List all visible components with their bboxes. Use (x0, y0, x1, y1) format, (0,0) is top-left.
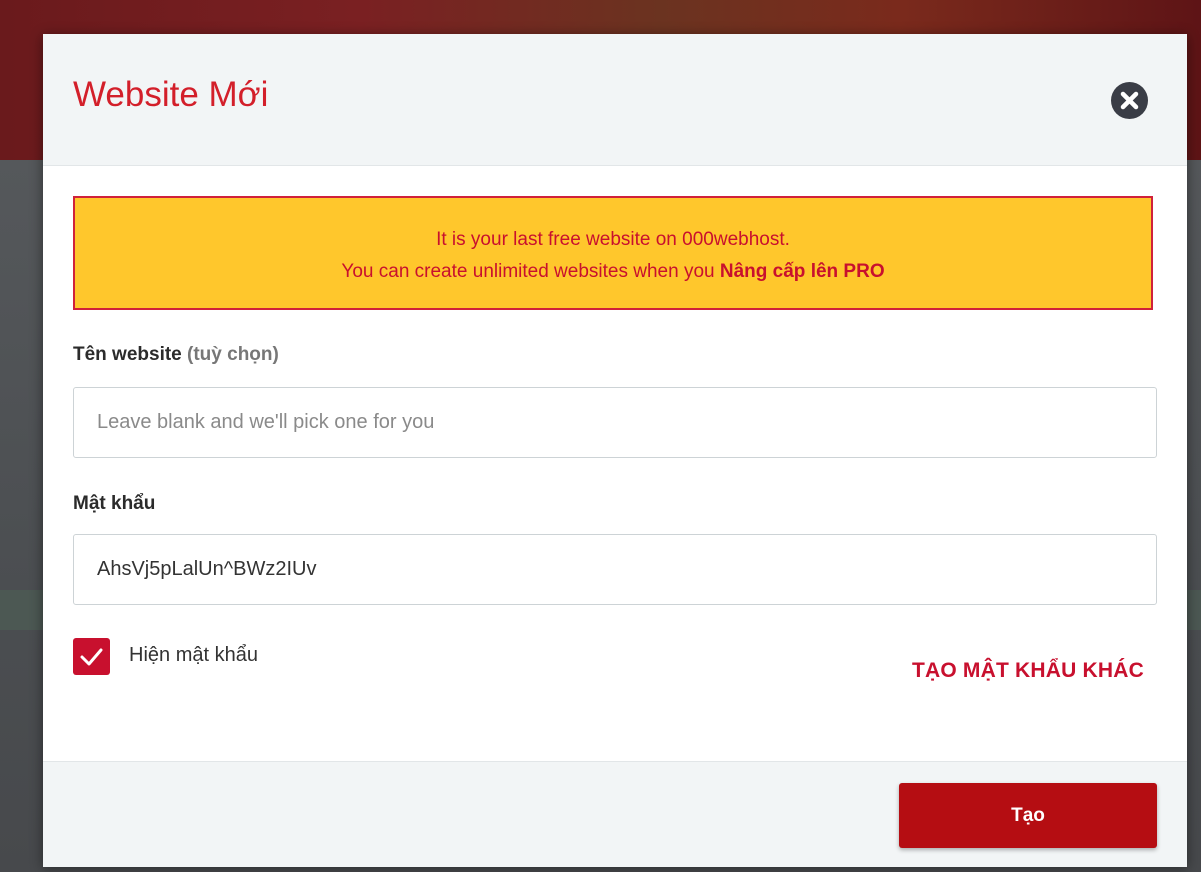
modal-title: Website Mới (73, 75, 269, 114)
optional-hint: (tuỳ chọn) (187, 344, 279, 365)
modal-header: Website Mới (43, 34, 1187, 166)
password-label: Mật khẩu (73, 493, 156, 514)
website-name-label-text: Tên website (73, 344, 182, 365)
create-button[interactable]: Tạo (899, 783, 1157, 848)
generate-password-link[interactable]: TẠO MẬT KHẨU KHÁC (912, 659, 1144, 683)
alert-line-2: You can create unlimited websites when y… (75, 261, 1151, 283)
new-website-modal: Website Mới It is your last free website… (43, 34, 1187, 867)
last-free-website-alert: It is your last free website on 000webho… (73, 196, 1153, 310)
modal-footer: Tạo (43, 761, 1187, 867)
alert-line-2-text: You can create unlimited websites when y… (341, 261, 720, 282)
alert-line-1: It is your last free website on 000webho… (436, 229, 790, 250)
upgrade-pro-link[interactable]: Nâng cấp lên PRO (720, 261, 885, 282)
website-name-input[interactable] (73, 387, 1157, 458)
password-input[interactable] (73, 534, 1157, 605)
show-password-label[interactable]: Hiện mật khẩu (129, 644, 258, 667)
close-circle-icon[interactable] (1111, 82, 1148, 119)
website-name-label: Tên website (tuỳ chọn) (73, 344, 279, 366)
show-password-checkbox[interactable] (73, 638, 110, 675)
